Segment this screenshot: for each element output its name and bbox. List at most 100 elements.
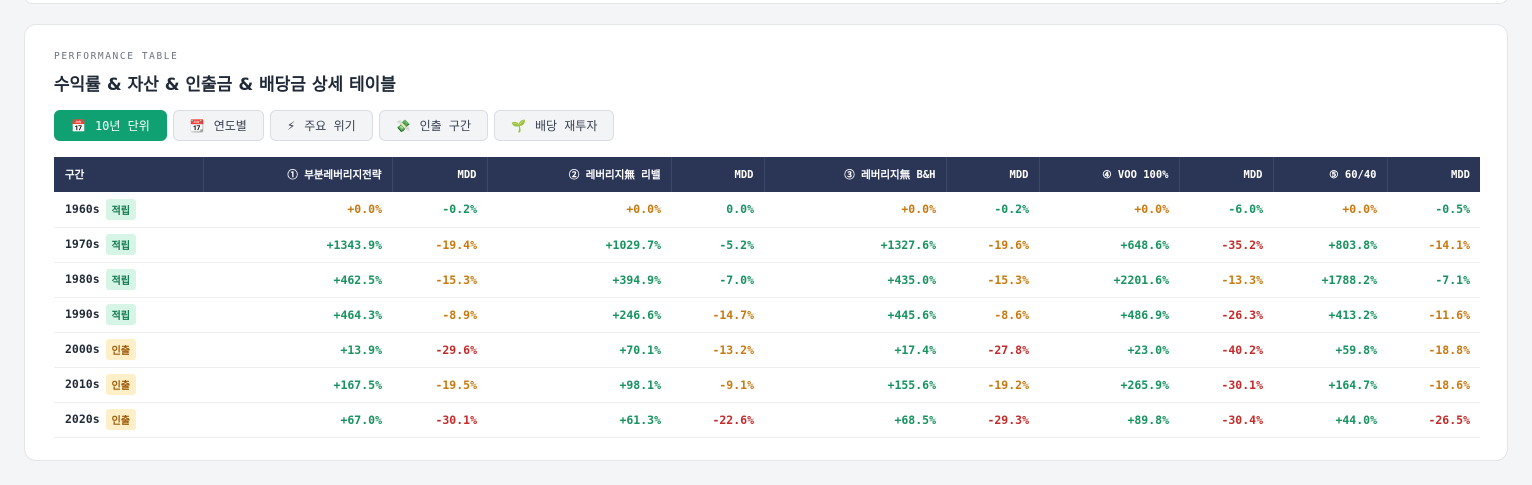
return-cell: +1029.7% xyxy=(487,227,671,263)
section-eyebrow: PERFORMANCE TABLE xyxy=(54,51,179,62)
return-cell: +265.9% xyxy=(1039,367,1179,403)
mdd-cell: -6.0% xyxy=(1179,192,1273,228)
period-cell: 1990s 적립 xyxy=(54,297,203,333)
tab-label: 10년 단위 xyxy=(94,119,150,133)
tab-dividend-reinvest[interactable]: 🌱 배당 재투자 xyxy=(494,110,615,141)
tab-yearly[interactable]: 📆 연도별 xyxy=(172,110,264,141)
header-mdd-3[interactable]: MDD xyxy=(946,157,1040,192)
return-cell: +155.6% xyxy=(764,367,946,403)
seedling-icon: 🌱 xyxy=(511,118,526,133)
return-cell: +44.0% xyxy=(1273,402,1387,438)
mdd-cell: -30.4% xyxy=(1179,402,1273,438)
return-cell: +0.0% xyxy=(764,192,946,228)
mdd-cell: -18.6% xyxy=(1387,367,1480,403)
header-strategy-3[interactable]: ③ 레버리지無 B&H xyxy=(764,157,947,192)
return-cell: +462.5% xyxy=(203,262,392,298)
header-mdd-2[interactable]: MDD xyxy=(671,157,765,192)
phase-badge: 적립 xyxy=(105,269,137,290)
mdd-cell: -19.4% xyxy=(392,227,487,263)
period-cell: 1960s 적립 xyxy=(54,192,203,228)
period-cell: 1980s 적립 xyxy=(54,262,203,298)
tab-withdrawal-period[interactable]: 💸 인출 구간 xyxy=(378,110,488,141)
period-label: 2000s xyxy=(65,342,100,356)
phase-badge: 인출 xyxy=(105,339,137,360)
mdd-cell: -30.1% xyxy=(392,402,487,438)
header-strategy-5[interactable]: ⑤ 60/40 xyxy=(1273,157,1388,192)
header-strategy-1[interactable]: ① 부분레버리지전략 xyxy=(203,157,393,192)
section-title: 수익률 & 자산 & 인출금 & 배당금 상세 테이블 xyxy=(54,75,397,95)
mdd-cell: -11.6% xyxy=(1387,297,1480,333)
mdd-cell: 0.0% xyxy=(671,192,764,228)
phase-badge: 적립 xyxy=(105,234,137,255)
period-label: 1960s xyxy=(65,201,100,216)
performance-table-card: PERFORMANCE TABLE 수익률 & 자산 & 인출금 & 배당금 상… xyxy=(24,24,1508,461)
mdd-cell: -19.5% xyxy=(392,367,487,403)
tab-major-crises[interactable]: ⚡ 주요 위기 xyxy=(269,110,373,141)
lightning-icon: ⚡ xyxy=(286,118,296,133)
table-row: 1960s 적립 +0.0% -0.2% +0.0% 0.0% +0.0% -0.2% +0.0… xyxy=(54,192,1480,228)
header-strategy-4[interactable]: ④ VOO 100% xyxy=(1039,157,1180,192)
mdd-cell: -14.1% xyxy=(1387,227,1480,263)
tab-decade[interactable]: 📅 10년 단위 xyxy=(54,110,167,141)
header-period[interactable]: 구간 xyxy=(54,157,204,192)
mdd-cell: -8.9% xyxy=(392,297,487,333)
return-cell: +1343.9% xyxy=(203,227,392,263)
return-cell: +164.7% xyxy=(1273,367,1387,403)
mdd-cell: -5.2% xyxy=(671,227,764,263)
phase-badge: 적립 xyxy=(105,304,137,325)
mdd-cell: -19.6% xyxy=(946,227,1039,263)
return-cell: +1327.6% xyxy=(764,227,946,263)
header-mdd-4[interactable]: MDD xyxy=(1179,157,1274,192)
return-cell: +648.6% xyxy=(1039,227,1179,263)
header-mdd-5[interactable]: MDD xyxy=(1387,157,1480,192)
phase-badge: 적립 xyxy=(105,198,137,220)
period-cell: 2020s 인출 xyxy=(54,402,203,438)
header-mdd-1[interactable]: MDD xyxy=(392,157,488,192)
return-cell: +68.5% xyxy=(764,402,946,438)
mdd-cell: -13.2% xyxy=(671,332,764,368)
return-cell: +2201.6% xyxy=(1039,262,1179,298)
mdd-cell: -26.3% xyxy=(1179,297,1273,333)
view-tabs: 📅 10년 단위 📆 연도별 ⚡ 주요 위기 💸 인출 구간 🌱 배당 재투자 xyxy=(54,110,615,141)
mdd-cell: -35.2% xyxy=(1179,227,1273,263)
return-cell: +17.4% xyxy=(764,332,946,368)
mdd-cell: -0.2% xyxy=(392,192,487,228)
period-cell: 1970s 적립 xyxy=(54,227,203,263)
period-label: 2020s xyxy=(65,412,100,426)
mdd-cell: -40.2% xyxy=(1179,332,1273,368)
return-cell: +435.0% xyxy=(764,262,946,298)
period-label: 1970s xyxy=(65,237,100,251)
return-cell: +70.1% xyxy=(487,332,671,368)
tab-label: 주요 위기 xyxy=(304,119,356,133)
mdd-cell: -18.8% xyxy=(1387,332,1480,368)
mdd-cell: -14.7% xyxy=(671,297,764,333)
return-cell: +67.0% xyxy=(203,402,392,438)
return-cell: +1788.2% xyxy=(1273,262,1387,298)
mdd-cell: -9.1% xyxy=(671,367,764,403)
previous-card xyxy=(24,0,1508,4)
return-cell: +0.0% xyxy=(1273,192,1387,228)
mdd-cell: -7.0% xyxy=(671,262,764,298)
period-cell: 2010s 인출 xyxy=(54,367,203,403)
period-label: 2010s xyxy=(65,377,100,391)
header-strategy-2[interactable]: ② 레버리지無 리밸 xyxy=(487,157,672,192)
tab-label: 배당 재투자 xyxy=(534,119,598,133)
tab-label: 인출 구간 xyxy=(419,119,471,133)
performance-table: 구간 ① 부분레버리지전략 MDD ② 레버리지無 리밸 MDD ③ 레버리지無… xyxy=(54,157,1480,438)
table-row: 2000s 인출 +13.9% -29.6% +70.1% -13.2% +17.4% -27… xyxy=(54,332,1480,368)
return-cell: +59.8% xyxy=(1273,332,1387,368)
return-cell: +23.0% xyxy=(1039,332,1179,368)
calendar-icon: 📆 xyxy=(189,118,205,133)
return-cell: +246.6% xyxy=(487,297,671,333)
mdd-cell: -26.5% xyxy=(1387,402,1480,438)
money-wings-icon: 💸 xyxy=(395,118,411,133)
period-cell: 2000s 인출 xyxy=(54,332,203,368)
mdd-cell: -29.3% xyxy=(946,402,1039,438)
mdd-cell: -29.6% xyxy=(392,332,487,368)
table-row: 2020s 인출 +67.0% -30.1% +61.3% -22.6% +68.5% -29… xyxy=(54,402,1480,438)
return-cell: +167.5% xyxy=(203,367,392,403)
period-label: 1980s xyxy=(65,272,100,286)
return-cell: +486.9% xyxy=(1039,297,1179,333)
table-row: 2010s 인출 +167.5% -19.5% +98.1% -9.1% +155.6% -1… xyxy=(54,367,1480,403)
mdd-cell: -7.1% xyxy=(1387,262,1480,298)
